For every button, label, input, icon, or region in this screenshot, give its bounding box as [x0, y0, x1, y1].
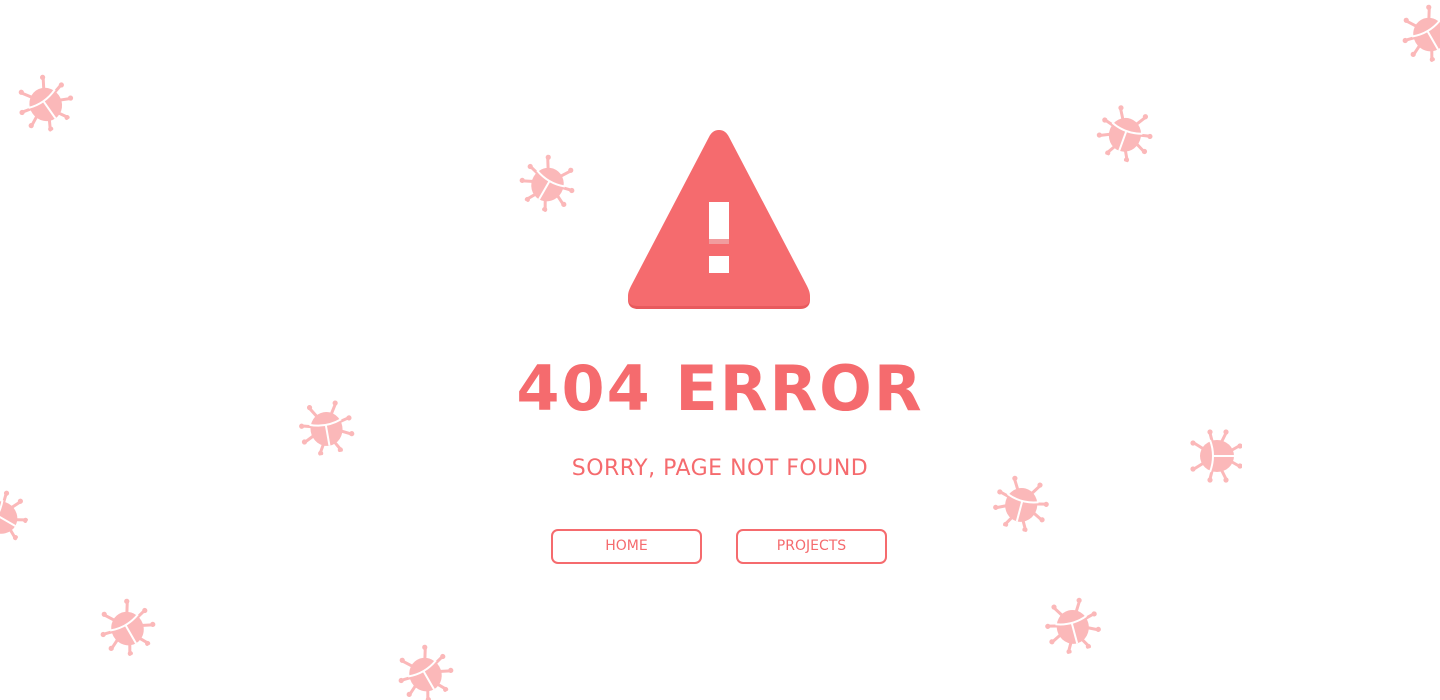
bug-icon [386, 634, 462, 700]
warning-triangle-icon [626, 128, 812, 310]
error-title: 404 ERROR [516, 352, 924, 425]
bug-icon [0, 478, 36, 554]
error-page: 404 ERROR SORRY, PAGE NOT FOUND HOME PRO… [0, 0, 1440, 700]
home-button[interactable]: HOME [551, 529, 702, 564]
bug-icon [1038, 590, 1107, 659]
bug-icon [1090, 96, 1162, 168]
error-subtitle: SORRY, PAGE NOT FOUND [571, 456, 869, 481]
bug-icon [1390, 0, 1440, 70]
bug-icon [511, 144, 587, 220]
projects-button[interactable]: PROJECTS [736, 529, 887, 564]
bug-icon [88, 588, 164, 664]
bug-icon [5, 63, 83, 141]
